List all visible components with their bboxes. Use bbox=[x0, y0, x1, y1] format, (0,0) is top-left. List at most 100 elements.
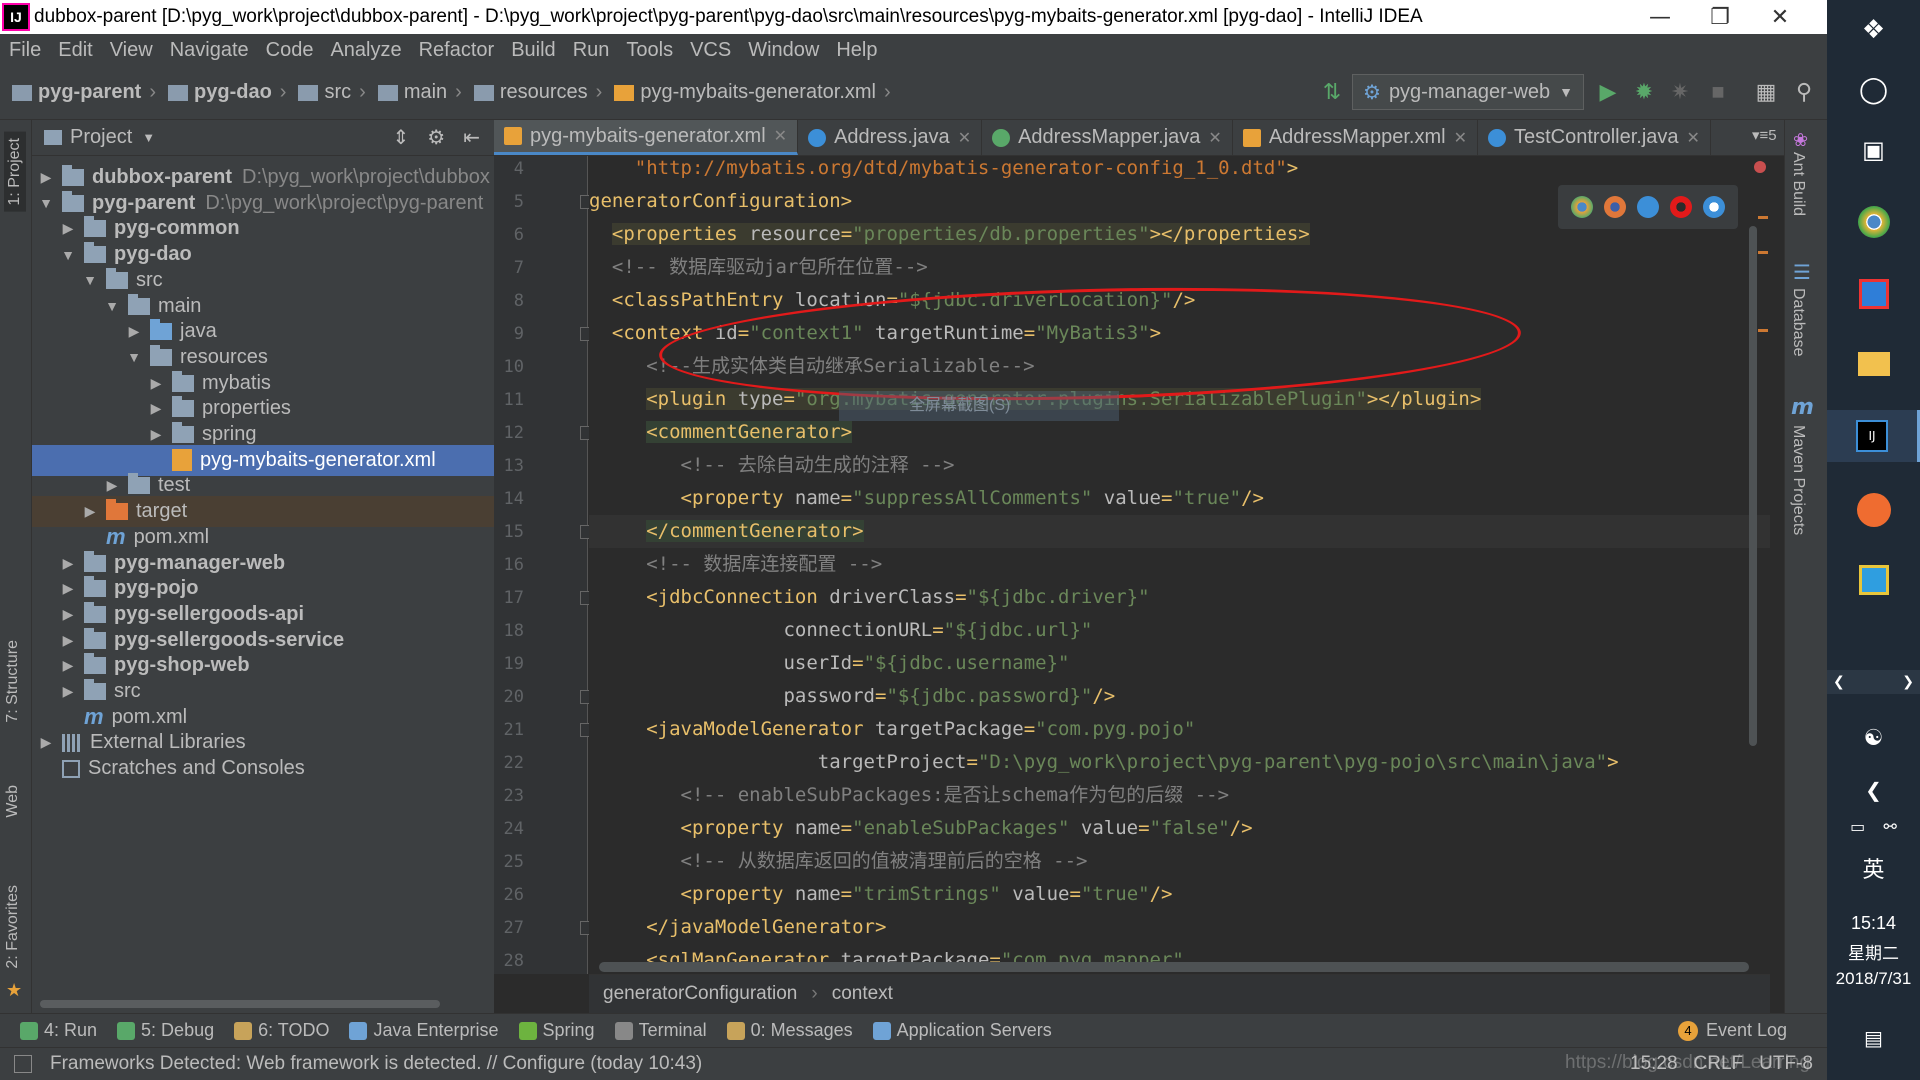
menu-item-refactor[interactable]: Refactor bbox=[410, 39, 503, 62]
task-view-icon[interactable]: ▣ bbox=[1827, 130, 1920, 170]
menu-item-code[interactable]: Code bbox=[257, 39, 322, 62]
menu-item-run[interactable]: Run bbox=[564, 39, 618, 62]
clock-weekday[interactable]: 星期二 bbox=[1827, 938, 1920, 964]
minimize-button[interactable]: — bbox=[1630, 0, 1690, 34]
expand-right-icon[interactable]: ▶ bbox=[60, 683, 76, 700]
people-icon[interactable]: ☯ bbox=[1827, 720, 1920, 756]
tool-button-application-servers[interactable]: Application Servers bbox=[872, 1020, 1052, 1041]
warning-marker[interactable] bbox=[1758, 251, 1768, 254]
close-tab-icon[interactable]: ✕ bbox=[1208, 128, 1221, 148]
chevron-right-icon[interactable]: ❯ bbox=[1902, 674, 1914, 690]
close-tab-icon[interactable]: ✕ bbox=[774, 126, 787, 146]
menu-item-navigate[interactable]: Navigate bbox=[161, 39, 257, 62]
run-icon[interactable]: ▶ bbox=[1594, 78, 1622, 106]
menu-item-file[interactable]: File bbox=[0, 39, 49, 62]
vertical-scrollbar[interactable] bbox=[1749, 226, 1757, 746]
expand-down-icon[interactable]: ▼ bbox=[126, 349, 142, 365]
tool-button-0-messages[interactable]: 0: Messages bbox=[726, 1020, 853, 1041]
menu-item-build[interactable]: Build bbox=[502, 39, 563, 62]
gear-icon[interactable]: ⚙ bbox=[427, 125, 445, 150]
file-explorer-icon[interactable] bbox=[1827, 342, 1920, 386]
office-app-icon[interactable] bbox=[1827, 272, 1920, 316]
coverage-icon[interactable]: ✷ bbox=[1666, 78, 1694, 106]
editor-tab[interactable]: AddressMapper.xml ✕ bbox=[1233, 120, 1478, 155]
nav-crumb[interactable]: main › bbox=[377, 81, 462, 104]
nav-crumb[interactable]: pyg-dao › bbox=[168, 81, 286, 104]
search-icon[interactable]: ⚲ bbox=[1790, 78, 1818, 106]
clock-time[interactable]: 15:14 bbox=[1827, 910, 1920, 936]
windows-start-icon[interactable]: ❖ bbox=[1827, 10, 1920, 50]
close-window-button[interactable]: ✕ bbox=[1750, 0, 1810, 34]
expand-right-icon[interactable]: ▶ bbox=[148, 375, 164, 392]
expand-down-icon[interactable]: ▼ bbox=[104, 298, 120, 314]
editor-tab[interactable]: pyg-mybaits-generator.xml ✕ bbox=[494, 120, 799, 155]
nav-crumb[interactable]: resources › bbox=[473, 81, 602, 104]
collapse-all-icon[interactable]: ⇕ bbox=[393, 125, 410, 150]
run-configuration-select[interactable]: ⚙ pyg-manager-web ▼ bbox=[1352, 74, 1584, 110]
expand-right-icon[interactable]: ▶ bbox=[82, 503, 98, 520]
nav-crumb[interactable]: pyg-parent › bbox=[12, 81, 156, 104]
tool-button-java-enterprise[interactable]: Java Enterprise bbox=[349, 1020, 499, 1041]
chrome-icon[interactable] bbox=[1827, 200, 1920, 244]
tool-button-5-debug[interactable]: 5: Debug bbox=[117, 1020, 214, 1041]
tool-button-6-todo[interactable]: 6: TODO bbox=[234, 1020, 329, 1041]
project-structure-icon[interactable]: ▦ bbox=[1752, 78, 1780, 106]
intellij-taskbar-icon[interactable]: IJ bbox=[1827, 410, 1920, 462]
show-hidden-icons[interactable]: ❮ bbox=[1827, 775, 1920, 805]
tool-tab-web[interactable]: Web bbox=[4, 785, 22, 818]
expand-right-icon[interactable]: ▶ bbox=[148, 400, 164, 417]
postman-icon[interactable] bbox=[1827, 488, 1920, 532]
event-log-button[interactable]: 4 Event Log bbox=[1677, 1020, 1787, 1041]
expand-down-icon[interactable]: ▼ bbox=[82, 272, 98, 288]
expand-right-icon[interactable]: ▶ bbox=[60, 555, 76, 572]
chevron-down-icon[interactable]: ▼ bbox=[142, 130, 155, 145]
horizontal-scrollbar[interactable] bbox=[40, 1000, 440, 1008]
expand-right-icon[interactable]: ▶ bbox=[126, 323, 142, 340]
tool-tab-project[interactable]: 1: Project bbox=[4, 132, 26, 212]
expand-right-icon[interactable]: ▶ bbox=[60, 657, 76, 674]
code-editor[interactable]: "http://mybatis.org/dtd/mybatis-generato… bbox=[589, 156, 1770, 974]
cortana-icon[interactable]: ◯ bbox=[1827, 70, 1920, 110]
tool-tab-structure[interactable]: 7: Structure bbox=[4, 640, 22, 723]
menu-item-analyze[interactable]: Analyze bbox=[321, 39, 409, 62]
tool-tab-favorites[interactable]: 2: Favorites bbox=[4, 885, 22, 969]
chevron-left-icon[interactable]: ❮ bbox=[1833, 674, 1845, 690]
debug-icon[interactable]: ✹ bbox=[1630, 78, 1658, 106]
menu-item-vcs[interactable]: VCS bbox=[681, 39, 739, 62]
expand-right-icon[interactable]: ▶ bbox=[60, 580, 76, 597]
tool-button-terminal[interactable]: Terminal bbox=[614, 1020, 707, 1041]
status-message[interactable]: Frameworks Detected: Web framework is de… bbox=[50, 1053, 702, 1075]
virtualbox-icon[interactable] bbox=[1827, 558, 1920, 602]
nav-crumb[interactable]: src › bbox=[298, 81, 366, 104]
close-tab-icon[interactable]: ✕ bbox=[958, 128, 971, 148]
tool-tab-ant-build[interactable]: Ant Build bbox=[1789, 152, 1807, 216]
ime-indicator[interactable]: 英 bbox=[1827, 850, 1920, 886]
wifi-icon[interactable]: ⚯ bbox=[1883, 817, 1896, 836]
menu-item-view[interactable]: View bbox=[101, 39, 161, 62]
panel-toggle-icon[interactable] bbox=[14, 1055, 32, 1073]
taskbar-scroller[interactable]: ❮ ❯ bbox=[1827, 670, 1920, 694]
editor-tab[interactable]: Address.java ✕ bbox=[798, 120, 983, 155]
build-project-icon[interactable]: ⇅ bbox=[1318, 78, 1346, 106]
tool-button-spring[interactable]: Spring bbox=[518, 1020, 595, 1041]
clock-date[interactable]: 2018/7/31 bbox=[1827, 966, 1920, 992]
expand-right-icon[interactable]: ▶ bbox=[148, 426, 164, 443]
menu-item-window[interactable]: Window bbox=[739, 39, 827, 62]
warning-marker[interactable] bbox=[1758, 216, 1768, 219]
stop-icon[interactable]: ■ bbox=[1704, 78, 1732, 106]
project-panel-title[interactable]: Project bbox=[70, 126, 132, 149]
breadcrumb-item[interactable]: context bbox=[832, 983, 893, 1005]
expand-right-icon[interactable]: ▶ bbox=[38, 734, 54, 751]
nav-crumb[interactable]: pyg-mybaits-generator.xml › bbox=[614, 81, 891, 104]
horizontal-scrollbar[interactable] bbox=[599, 962, 1749, 972]
menu-item-tools[interactable]: Tools bbox=[617, 39, 681, 62]
breadcrumb-item[interactable]: generatorConfiguration bbox=[603, 983, 797, 1005]
expand-down-icon[interactable]: ▼ bbox=[60, 247, 76, 263]
hide-panel-icon[interactable]: ⇤ bbox=[463, 125, 480, 150]
error-indicator-icon[interactable] bbox=[1754, 161, 1766, 173]
expand-right-icon[interactable]: ▶ bbox=[104, 477, 120, 494]
warning-marker[interactable] bbox=[1758, 329, 1768, 332]
editor-tab[interactable]: AddressMapper.java ✕ bbox=[982, 120, 1233, 155]
close-tab-icon[interactable]: ✕ bbox=[1454, 128, 1467, 148]
tool-button-4-run[interactable]: 4: Run bbox=[20, 1020, 97, 1041]
